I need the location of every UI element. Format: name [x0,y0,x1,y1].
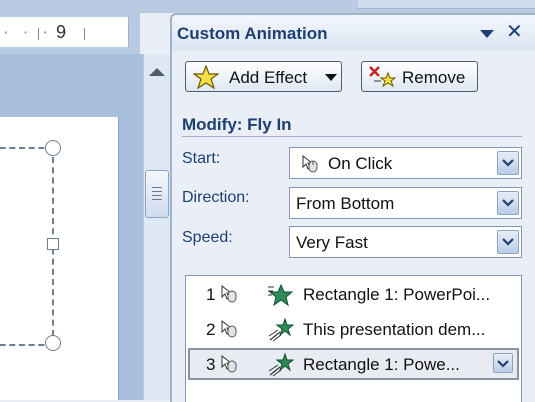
speed-select[interactable]: Very Fast [289,226,522,258]
add-effect-label: Add Effect [229,68,308,87]
fly-in-star-icon [268,318,294,342]
ruler-number: 9 [56,22,67,42]
list-item[interactable]: 1 Rectangle 1: PowerPoi... [188,278,519,310]
section-divider [182,136,522,137]
start-label: Start: [182,150,221,167]
horizontal-ruler: · · · · 9 [0,0,140,54]
pane-header: Custom Animation ✕ [172,15,535,51]
fly-in-star-icon [268,353,294,377]
selected-rectangle-shape[interactable] [0,147,54,346]
remove-label: Remove [402,68,466,87]
animation-number: 1 [206,285,216,304]
item-dropdown-button[interactable] [493,353,513,373]
chevron-down-icon [502,159,514,167]
resize-handle-right[interactable] [47,238,59,250]
animation-text: Rectangle 1: Powe... [303,355,460,374]
start-dropdown-button[interactable] [497,151,519,175]
slide-workspace [0,54,143,400]
ruler-tick [84,28,85,40]
ruler-tick [38,28,39,40]
mouse-icon [221,354,237,373]
mouse-icon [221,284,237,303]
direction-select[interactable]: From Bottom [289,187,522,219]
modify-section-title: Modify: Fly In [182,115,292,134]
scrollbar-thumb[interactable] [145,170,169,218]
start-value: On Click [328,154,393,173]
chevron-down-icon [502,199,514,207]
grip-line [152,199,162,200]
mouse-icon [221,319,237,338]
remove-effect-icon [369,66,397,88]
grip-line [152,191,162,192]
animation-number: 2 [206,320,216,339]
direction-dropdown-button[interactable] [497,191,519,215]
animation-number: 3 [206,355,216,374]
chevron-down-icon [502,238,514,246]
resize-handle-bottom-right[interactable] [45,335,61,351]
start-select[interactable]: On Click [289,147,522,179]
pane-title: Custom Animation [177,24,328,43]
custom-animation-pane: Custom Animation ✕ Add Effect Remove Mod… [170,13,535,402]
chevron-down-icon [497,360,509,368]
ribbon-edge [358,0,535,9]
list-item-selected[interactable]: 3 Rectangle 1: Powe... [188,348,519,380]
speed-value: Very Fast [296,233,368,252]
slide-canvas[interactable] [0,117,119,400]
pane-close-icon[interactable]: ✕ [506,22,523,42]
animation-list[interactable]: 1 Rectangle 1: PowerPoi... 2 This presen… [185,275,522,402]
mouse-icon [302,154,318,173]
list-item[interactable]: 2 This presentation dem... [188,313,519,345]
add-effect-star-icon [193,65,219,89]
vertical-scrollbar[interactable] [143,54,170,400]
remove-button[interactable]: Remove [361,61,478,92]
pane-options-dropdown-icon[interactable] [480,30,494,38]
direction-value: From Bottom [296,194,395,213]
scroll-up-arrow-icon[interactable] [149,68,165,76]
animation-text: This presentation dem... [303,320,486,339]
resize-handle-top-right[interactable] [45,140,61,156]
grip-line [152,195,162,196]
entrance-star-icon [268,283,294,307]
grip-line [152,187,162,188]
direction-label: Direction: [182,189,250,206]
speed-dropdown-button[interactable] [497,230,519,254]
animation-text: Rectangle 1: PowerPoi... [303,285,491,304]
ruler-strip: · · · · 9 [0,17,129,47]
speed-label: Speed: [182,229,233,246]
add-effect-dropdown-icon [325,74,337,81]
add-effect-button[interactable]: Add Effect [185,61,342,92]
